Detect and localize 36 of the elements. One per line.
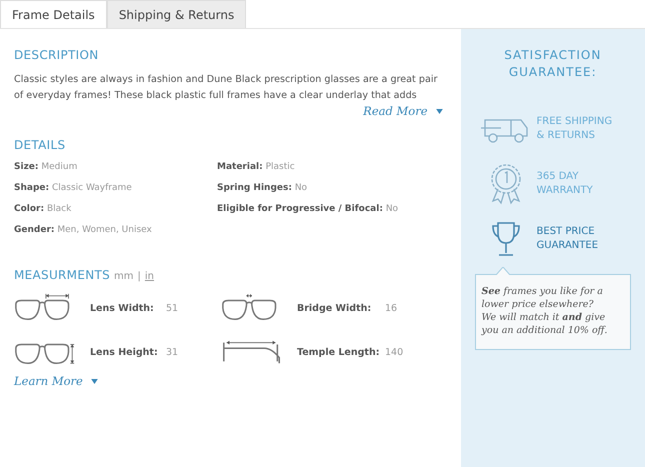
benefit-text: 365 DAY WARRANTY	[536, 170, 594, 198]
award-badge-icon	[488, 162, 523, 204]
trophy-icon	[490, 220, 521, 256]
detail-text: Gender: Men, Women, Unisex	[14, 225, 153, 237]
tooltip-text: We will match it and give you an additional 10% off.	[482, 311, 608, 337]
learn-more-link[interactable]: Learn More	[14, 374, 83, 388]
measurement-label: Lens Height:	[90, 346, 159, 358]
detail-text: Material: Plastic	[217, 162, 296, 174]
unit-link[interactable]: in	[144, 271, 154, 282]
measurement-value: 51	[166, 302, 178, 314]
measurement-label: Temple Length:	[297, 346, 381, 358]
tooltip-text: See frames you like for a lower price elsewhere?	[482, 285, 604, 311]
detail-text: Spring Hinges: No	[217, 183, 308, 195]
tab[interactable]: Frame Details	[0, 0, 107, 28]
measurement-value: 16	[385, 302, 398, 314]
panel-title: SATISFACTION GUARANTEE:	[503, 47, 602, 81]
section-heading: MEASURMENTS	[14, 268, 110, 282]
measurement-value: 140	[385, 346, 404, 358]
tab[interactable]: Shipping & Returns	[106, 0, 246, 28]
detail-text: Eligible for Progressive / Bifocal: No	[217, 204, 400, 216]
detail-text: Color: Black	[14, 204, 72, 216]
unit-link[interactable]: mm	[114, 271, 134, 282]
detail-text: Size: Medium	[14, 162, 78, 174]
separator: |	[138, 271, 141, 282]
section-heading: DESCRIPTION	[14, 48, 100, 62]
benefit-text: FREE SHIPPING & RETURNS	[536, 114, 614, 142]
caret-icon	[436, 108, 443, 114]
measurement-label: Lens Width:	[90, 302, 155, 314]
description-text: Classic styles are always in fashion and Dune Black prescription glasses are a great pair of everyday frames! These black plastic full frames have a clear underlay that adds	[14, 73, 438, 103]
measurement-label: Bridge Width:	[297, 302, 372, 314]
section-heading: DETAILS	[14, 138, 66, 152]
measurement-value: 31	[166, 346, 178, 358]
caret-icon	[90, 378, 98, 384]
benefit-text: BEST PRICE GUARANTEE	[536, 224, 600, 252]
detail-text: Shape: Classic Wayframe	[14, 183, 133, 195]
read-more-link[interactable]: Read More	[363, 104, 428, 118]
